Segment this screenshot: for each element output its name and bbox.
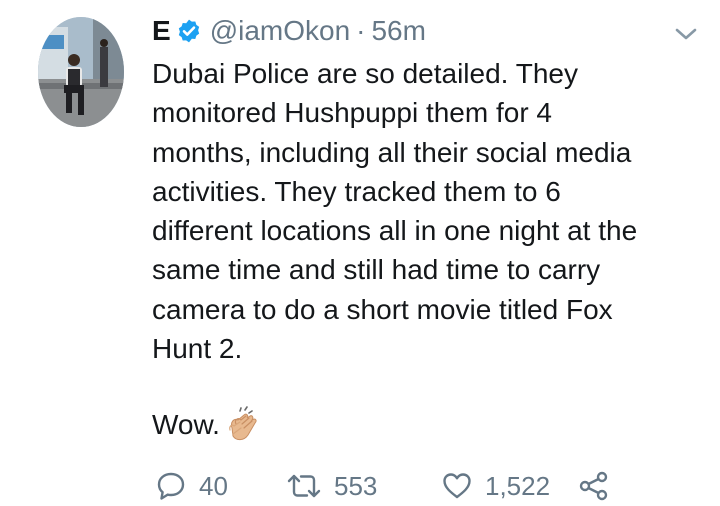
retweet-icon xyxy=(286,470,322,502)
share-icon xyxy=(578,470,610,502)
tweet-actions: 40 553 1,522 xyxy=(155,466,715,506)
tweet: E @iamOkon · 56m Dubai Police are so det… xyxy=(0,0,720,506)
tweet-text-line: activities. They tracked them to 6 xyxy=(152,175,561,207)
retweet-button[interactable]: 553 xyxy=(286,466,377,506)
reply-icon xyxy=(155,470,187,502)
tweet-text-line: different locations all in one night at … xyxy=(152,215,638,247)
tweet-text-line: months, including all their social media xyxy=(152,136,632,168)
user-handle[interactable]: @iamOkon xyxy=(210,14,350,48)
reply-count: 40 xyxy=(199,470,228,501)
tweet-text-line: monitored Hushpuppi them for 4 xyxy=(152,97,552,129)
heart-icon xyxy=(441,470,473,502)
avatar-photo xyxy=(38,17,124,127)
clapping-hands-icon xyxy=(224,405,262,444)
reply-button[interactable]: 40 xyxy=(155,466,228,506)
display-name[interactable]: E xyxy=(152,14,171,48)
tweet-text: Dubai Police are so detailed. They monit… xyxy=(152,54,702,368)
separator-dot: · xyxy=(356,15,366,46)
tweet-text-line: Hunt 2. xyxy=(152,333,243,365)
avatar[interactable] xyxy=(38,17,124,127)
tweet-text-line: same time and still had time to carry xyxy=(152,254,601,286)
tweet-text-line: camera to do a short movie titled Fox xyxy=(152,293,613,325)
tweet-text-line: Dubai Police are so detailed. They xyxy=(152,58,578,89)
tweet-header: E @iamOkon · 56m xyxy=(152,14,426,48)
like-count: 1,522 xyxy=(485,470,551,501)
timestamp[interactable]: 56m xyxy=(371,14,425,48)
verified-badge-icon xyxy=(176,18,202,44)
tweet-text-wow: Wow. xyxy=(152,405,262,444)
share-button[interactable] xyxy=(578,466,610,506)
wow-text: Wow. xyxy=(152,409,220,440)
retweet-count: 553 xyxy=(334,470,378,501)
chevron-down-icon[interactable] xyxy=(671,22,701,46)
like-button[interactable]: 1,522 xyxy=(441,466,550,506)
